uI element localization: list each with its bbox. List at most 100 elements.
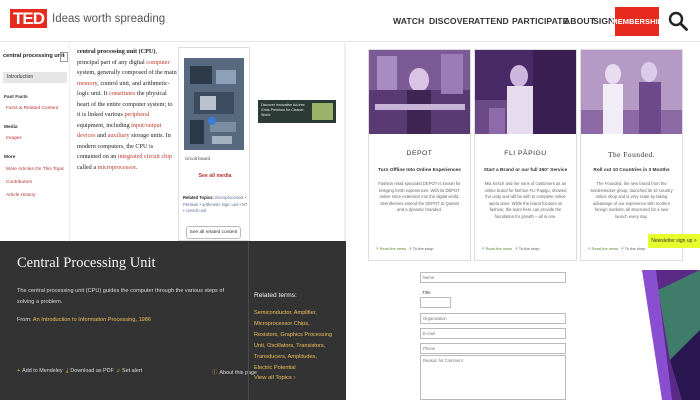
- sidebar-title: central processing unit: [3, 53, 65, 59]
- visit-shop-link[interactable]: ↗ To the shop: [514, 246, 539, 251]
- article-text: system, generally composed of the main: [77, 69, 177, 76]
- bell-icon: ♫: [116, 368, 121, 374]
- topic-definition: The central processing unit (CPU) guides…: [17, 288, 225, 305]
- see-all-media-link[interactable]: See all media: [179, 173, 251, 179]
- organisation-field[interactable]: Organisation: [420, 313, 566, 324]
- info-icon: ⓘ: [212, 370, 218, 376]
- topic-source: From: An Introduction to Information Pro…: [17, 317, 227, 323]
- search-icon[interactable]: [668, 11, 688, 31]
- see-all-related-button[interactable]: See all related content →: [186, 226, 241, 246]
- source-label: From:: [17, 317, 33, 323]
- site-header: TED Ideas worth spreading WATCH DISCOVER…: [0, 0, 700, 42]
- scrollbar[interactable]: [344, 43, 346, 241]
- plus-icon: +: [17, 368, 21, 374]
- sidebar-link-contributors[interactable]: Contributors: [6, 180, 32, 185]
- nav-watch[interactable]: WATCH: [393, 16, 424, 26]
- phone-field[interactable]: Phone: [420, 343, 566, 354]
- visit-shop-label: To the shop: [412, 246, 434, 251]
- download-pdf-label: Download as PDF: [70, 368, 114, 374]
- related-terms-heading: Related terms:: [254, 292, 297, 299]
- visit-shop-label: To the shop: [518, 246, 540, 251]
- read-news-link[interactable]: ↗ Read the news: [587, 246, 618, 251]
- article-sidebar: central processing unit ‹ Introduction F…: [0, 43, 70, 241]
- read-news-label: Read the news: [485, 246, 513, 251]
- topic-title: Central Processing Unit: [17, 255, 156, 271]
- case-text: Mia Kirsch and her sons of customers as …: [484, 181, 567, 219]
- name-field[interactable]: Name: [420, 272, 566, 283]
- membership-button[interactable]: MEMBERSHIP: [611, 7, 663, 36]
- add-to-mendeley-label: Add to Mendeley: [22, 368, 63, 374]
- case-logo-the-founded: The Founded.: [607, 150, 656, 159]
- sidebar-heading-media: Media: [4, 125, 18, 130]
- decorative-graphic: [642, 270, 700, 400]
- download-icon: ⤓: [66, 368, 69, 374]
- read-news-label: Read the news: [379, 246, 407, 251]
- view-all-topics-link[interactable]: View all Topics ›: [254, 375, 295, 381]
- nav-discover[interactable]: DISCOVER: [429, 16, 475, 26]
- article-link[interactable]: auxiliary: [108, 132, 130, 139]
- set-alert-label: Set alert: [122, 368, 143, 374]
- nav-about[interactable]: ABOUT: [564, 16, 595, 26]
- article-link[interactable]: computer: [146, 59, 169, 66]
- article-link[interactable]: peripheral: [124, 111, 149, 118]
- case-links: ↗ Read the news ↗ To the shop: [481, 246, 571, 251]
- set-alert-button[interactable]: ♫ Set alert: [116, 368, 142, 374]
- advertisement-banner[interactable]: Discover innovative Ad-free Grids Premiu…: [258, 100, 336, 123]
- case-card-fli-papigu: FLI PĀPIGU Start a Brand or our full 360…: [474, 49, 577, 261]
- email-field[interactable]: E-mail: [420, 328, 566, 339]
- case-image-depot[interactable]: [369, 50, 470, 134]
- reason-textarea[interactable]: Reason for Comment: [420, 355, 566, 400]
- ad-image: [312, 103, 333, 120]
- visit-shop-link[interactable]: ↗ To the shop: [620, 246, 645, 251]
- case-image-the-founded[interactable]: [581, 50, 682, 134]
- image-caption: circuit board: [185, 156, 211, 161]
- read-news-label: Read the news: [591, 246, 619, 251]
- sidebar-item-introduction[interactable]: Introduction: [3, 72, 67, 83]
- case-links: ↗ Read the news ↗ To the shop: [375, 246, 465, 251]
- sidebar-link-article-history[interactable]: Article History: [6, 193, 36, 198]
- sidebar-link-facts[interactable]: Facts & Related Content: [6, 106, 58, 111]
- case-image-fli-papigu[interactable]: [475, 50, 576, 134]
- case-card-the-founded: The Founded. Roll out 10 Countries in 3 …: [580, 49, 683, 261]
- related-topics-label: Related Topics:: [183, 195, 214, 200]
- site-tagline: Ideas worth spreading: [52, 13, 166, 25]
- about-page-label: About this page: [219, 370, 257, 376]
- sidebar-link-more-articles[interactable]: More Articles On This Topic: [6, 167, 64, 172]
- about-page-button[interactable]: ⓘ About this page: [212, 368, 257, 376]
- sidebar-link-images[interactable]: Images: [6, 136, 22, 141]
- article-link[interactable]: microprocessor: [98, 164, 136, 171]
- circuit-board-image[interactable]: [184, 58, 244, 150]
- visit-shop-label: To the shop: [624, 246, 646, 251]
- add-to-mendeley-button[interactable]: + Add to Mendeley: [17, 368, 63, 374]
- read-news-link[interactable]: ↗ Read the news: [375, 246, 406, 251]
- divider: [248, 241, 249, 400]
- download-pdf-button[interactable]: ⤓ Download as PDF: [66, 368, 114, 375]
- article-link[interactable]: integrated circuit chip: [118, 153, 172, 160]
- collapse-sidebar-button[interactable]: ‹: [60, 52, 68, 62]
- nav-attend[interactable]: ATTEND: [474, 16, 509, 26]
- case-heading: Start a Brand or our full 360° Service: [483, 168, 568, 173]
- chevron-right-icon: ›: [293, 375, 296, 381]
- article-term: central processing unit (CPU): [77, 48, 156, 55]
- case-studies-panel: DEPOT Turn Offline Into Online Experienc…: [350, 43, 700, 268]
- ted-logo[interactable]: TED: [10, 9, 47, 28]
- related-terms-links[interactable]: Semiconductor, Amplifier, Microprocessor…: [254, 308, 336, 374]
- related-topics: Related Topics: microprocessor • Pentium…: [183, 195, 249, 215]
- title-select[interactable]: [420, 297, 451, 308]
- ad-text: Discover innovative Ad-free Grids Premiu…: [261, 103, 305, 117]
- view-all-label: View all Topics: [254, 375, 292, 381]
- newsletter-signup-button[interactable]: Newsletter sign up >: [648, 234, 700, 248]
- nav-participate[interactable]: PARTICIPATE: [512, 16, 568, 26]
- read-news-link[interactable]: ↗ Read the news: [481, 246, 512, 251]
- media-card: circuit board See all media Related Topi…: [178, 47, 250, 241]
- article-link[interactable]: constitutes: [109, 90, 135, 97]
- topic-definition-panel: Central Processing Unit The central proc…: [0, 241, 346, 400]
- case-text: The Founded, the new brand from the Seid…: [590, 181, 673, 219]
- contact-form: Name Title Organisation E-mail Phone Rea…: [350, 270, 700, 400]
- article-link[interactable]: memory: [77, 80, 97, 87]
- case-logo-fli-papigu: FLI PĀPIGU: [504, 150, 547, 157]
- source-link[interactable]: An Introduction to Information Processin…: [33, 317, 151, 323]
- article-text: called a: [77, 163, 98, 171]
- encyclopedia-panel: central processing unit ‹ Introduction F…: [0, 43, 346, 246]
- visit-shop-link[interactable]: ↗ To the shop: [408, 246, 433, 251]
